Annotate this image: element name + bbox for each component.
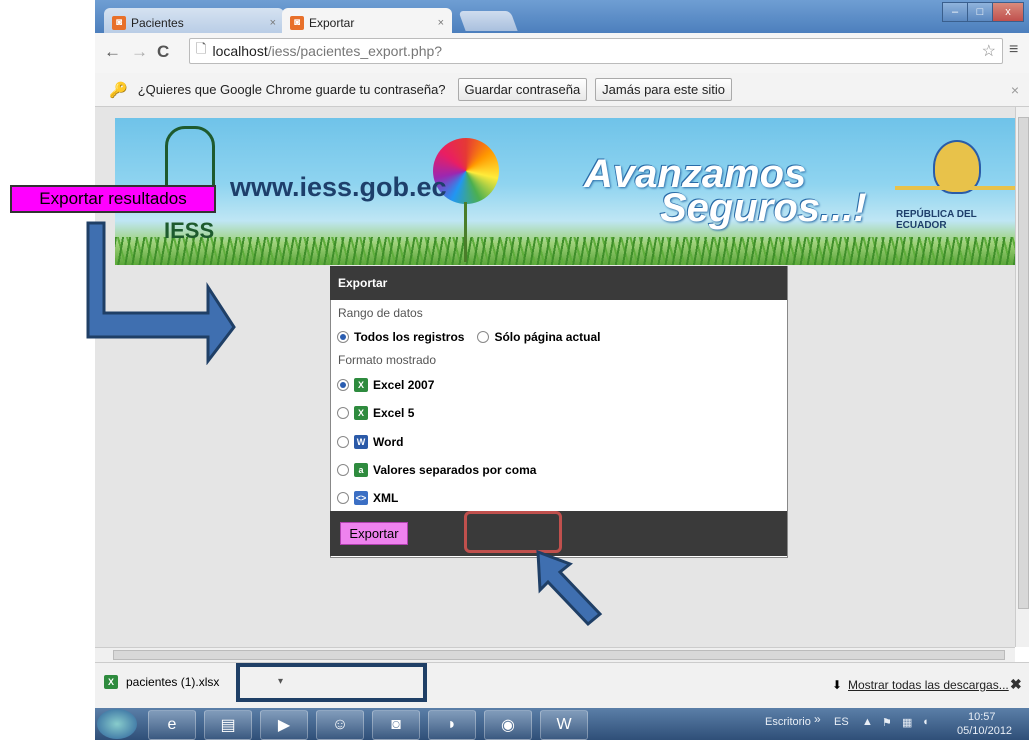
format-label-csv: Valores separados por coma bbox=[373, 463, 537, 477]
highlight-dark-box bbox=[236, 663, 427, 702]
iess-favicon-icon: ◙ bbox=[112, 15, 126, 30]
forward-arrow-icon[interactable]: → bbox=[131, 42, 148, 62]
clock-date: 05/10/2012 bbox=[957, 725, 1013, 737]
page-icon: 🗋 bbox=[196, 41, 207, 56]
vertical-scrollbar[interactable] bbox=[1015, 107, 1029, 647]
address-bar[interactable]: 🗋 localhost/iess/pacientes_export.php? ☆ bbox=[189, 38, 1003, 64]
desktop-label[interactable]: Escritorio bbox=[765, 716, 811, 728]
radio-current-page[interactable] bbox=[477, 331, 490, 343]
dolphin-taskbar-icon[interactable]: ◗ bbox=[428, 710, 476, 740]
clock-time: 10:57 bbox=[968, 711, 996, 723]
format-label: Formato mostrado bbox=[338, 353, 437, 367]
format-option-xml[interactable]: <> XML bbox=[337, 491, 398, 505]
volume-icon[interactable]: ◖ bbox=[922, 716, 929, 728]
vertical-scroll-thumb[interactable] bbox=[1018, 117, 1029, 609]
highlight-red-box bbox=[464, 511, 562, 553]
format-label-excel2007: Excel 2007 bbox=[373, 378, 435, 392]
excel-file-icon: X bbox=[104, 675, 118, 689]
downloads-close-icon[interactable]: ✖ bbox=[1010, 676, 1022, 693]
action-center-icon[interactable]: ⚑ bbox=[882, 716, 892, 729]
iess-favicon-icon: ◙ bbox=[290, 15, 304, 30]
never-save-button[interactable]: Jamás para este sitio bbox=[595, 78, 733, 101]
word-icon: W bbox=[354, 435, 368, 449]
download-item[interactable]: X pacientes (1).xlsx bbox=[104, 675, 219, 689]
tab-pacientes[interactable]: ◙ Pacientes × bbox=[104, 8, 284, 33]
download-filename: pacientes (1).xlsx bbox=[126, 675, 220, 689]
radio-excel2007[interactable] bbox=[337, 379, 349, 391]
tab-close-icon[interactable]: × bbox=[438, 17, 444, 29]
banner-grass bbox=[115, 237, 1017, 265]
iess-hand-logo-icon bbox=[165, 126, 215, 192]
csv-icon: a bbox=[354, 463, 368, 477]
flag-stripe bbox=[895, 186, 1015, 190]
horizontal-scrollbar[interactable] bbox=[95, 647, 1015, 662]
toolbar-expand-icon[interactable]: » bbox=[814, 712, 821, 726]
banner-slogan-line2: Seguros...! bbox=[660, 186, 867, 230]
dialog-title: Exportar bbox=[330, 266, 787, 300]
format-option-excel5[interactable]: X Excel 5 bbox=[337, 406, 414, 420]
radio-xml[interactable] bbox=[337, 492, 349, 504]
password-infobar: 🔑 ¿Quieres que Google Chrome guarde tu c… bbox=[95, 73, 1029, 107]
banner-url: www.iess.gob.ec bbox=[230, 172, 447, 202]
format-label-word: Word bbox=[373, 435, 404, 449]
tab-label: Pacientes bbox=[131, 15, 184, 30]
start-button[interactable] bbox=[97, 709, 137, 739]
url-host: localhost bbox=[212, 43, 268, 59]
format-option-excel2007[interactable]: X Excel 2007 bbox=[337, 378, 434, 392]
key-icon: 🔑 bbox=[109, 81, 128, 99]
new-tab-button[interactable] bbox=[458, 11, 518, 31]
infobar-close-icon[interactable]: × bbox=[1011, 82, 1019, 98]
format-label-excel5: Excel 5 bbox=[373, 406, 415, 420]
ie-taskbar-icon[interactable]: e bbox=[148, 710, 196, 740]
chrome-taskbar-icon[interactable]: ◉ bbox=[484, 710, 532, 740]
xampp-taskbar-icon[interactable]: ◙ bbox=[372, 710, 420, 740]
back-arrow-icon[interactable]: ← bbox=[104, 42, 121, 62]
horizontal-scroll-thumb[interactable] bbox=[113, 650, 1005, 660]
pointer-arrow-icon bbox=[536, 549, 603, 627]
pinwheel-stick bbox=[464, 202, 467, 262]
network-icon[interactable]: ▦ bbox=[902, 716, 912, 729]
word-taskbar-icon[interactable]: W bbox=[540, 710, 588, 740]
format-option-csv[interactable]: a Valores separados por coma bbox=[337, 463, 536, 477]
callout-arrow-icon bbox=[86, 221, 236, 365]
xml-icon: <> bbox=[354, 491, 368, 505]
export-results-callout: Exportar resultados bbox=[10, 185, 216, 213]
banner-country: REPÚBLICA DEL ECUADOR bbox=[896, 209, 977, 231]
format-label-xml: XML bbox=[373, 491, 399, 505]
reload-icon[interactable]: C bbox=[157, 42, 169, 62]
url-path: /iess/pacientes_export.php? bbox=[267, 43, 443, 59]
media-taskbar-icon[interactable]: ▶ bbox=[260, 710, 308, 740]
download-arrow-icon: ⬇ bbox=[832, 678, 843, 692]
messenger-taskbar-icon[interactable]: ☺ bbox=[316, 710, 364, 740]
range-label: Rango de datos bbox=[338, 306, 423, 320]
minimize-button[interactable]: – bbox=[942, 2, 968, 22]
chrome-menu-icon[interactable]: ≡ bbox=[1009, 41, 1018, 59]
explorer-taskbar-icon[interactable]: ▤ bbox=[204, 710, 252, 740]
radio-excel5[interactable] bbox=[337, 407, 349, 419]
language-indicator[interactable]: ES bbox=[834, 716, 849, 728]
radio-all-records-label[interactable]: Todos los registros bbox=[354, 330, 464, 344]
radio-all-records[interactable] bbox=[337, 331, 349, 343]
tab-label: Exportar bbox=[309, 15, 355, 30]
range-options: Todos los registros Sólo página actual bbox=[337, 330, 601, 344]
export-button[interactable]: Exportar bbox=[340, 522, 408, 545]
tab-exportar[interactable]: ◙ Exportar × bbox=[282, 8, 452, 33]
radio-csv[interactable] bbox=[337, 464, 349, 476]
excel-icon: X bbox=[354, 378, 368, 392]
maximize-button[interactable]: □ bbox=[967, 2, 993, 22]
tab-close-icon[interactable]: × bbox=[270, 17, 276, 29]
show-all-downloads-link[interactable]: Mostrar todas las descargas... bbox=[848, 678, 1009, 692]
radio-current-page-label[interactable]: Sólo página actual bbox=[494, 330, 600, 344]
infobar-prompt: ¿Quieres que Google Chrome guarde tu con… bbox=[137, 82, 446, 97]
close-window-button[interactable]: x bbox=[992, 2, 1024, 22]
radio-word[interactable] bbox=[337, 436, 349, 448]
show-hidden-icons-icon[interactable]: ▲ bbox=[862, 716, 873, 728]
format-option-word[interactable]: W Word bbox=[337, 435, 403, 449]
excel-icon: X bbox=[354, 406, 368, 420]
save-password-button[interactable]: Guardar contraseña bbox=[457, 78, 588, 101]
bookmark-star-icon[interactable]: ☆ bbox=[982, 41, 996, 61]
